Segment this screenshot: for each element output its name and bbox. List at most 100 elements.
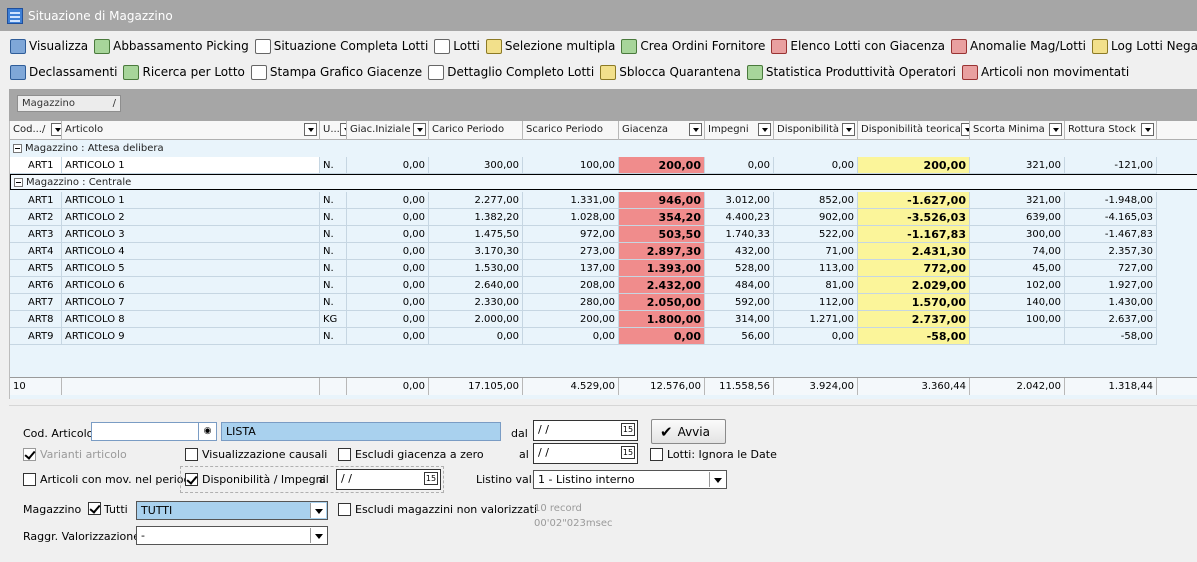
collapse-icon[interactable] [13,143,22,153]
toolbar-button-unlock[interactable]: Sblocca Quarantena [600,64,741,80]
column-header[interactable]: U... [320,121,347,140]
toolbar-button-stock-lots[interactable]: Elenco Lotti con Giacenza [771,38,945,54]
column-header[interactable]: Giac.Iniziale [347,121,429,140]
column-header[interactable]: Rottura Stock [1065,121,1157,140]
group-row[interactable]: Magazzino : Attesa delibera [10,140,1197,156]
toolbar-button-label: Lotti [453,39,480,53]
toolbar-button-order[interactable]: Crea Ordini Fornitore [621,38,765,54]
magazzino-dropdown-icon[interactable] [310,503,326,518]
escludi-magazzini-checkbox[interactable] [338,503,351,516]
column-header[interactable]: Scorta Minima [970,121,1065,140]
al-calendar-icon[interactable]: 15 [621,446,635,459]
toolbar-button-print-chart[interactable]: Stampa Grafico Giacenze [250,64,422,80]
group-chip-magazzino[interactable]: Magazzino / [17,95,121,112]
toolbar-button-search-lot[interactable]: Ricerca per Lotto [123,64,245,80]
total-cell: 0,00 [347,378,429,395]
table-row[interactable]: ART1 ARTICOLO 1 N. 0,00 300,00 100,00 200,00 0,… [10,157,1197,174]
avvia-button[interactable]: ✔ Avvia [651,419,726,444]
column-header[interactable]: Giacenza [619,121,705,140]
column-header[interactable]: Impegni [705,121,774,140]
articoli-mov-periodo-label: Articoli con mov. nel periodo [40,473,198,486]
filter-dropdown-icon[interactable] [960,123,969,136]
table-row[interactable]: ART8 ARTICOLO 8 KG 0,00 2.000,00 200,00 1.800,… [10,311,1197,328]
column-header[interactable]: Scarico Periodo [523,121,619,140]
filter-dropdown-icon[interactable] [304,123,317,136]
table-cell: 1.530,00 [429,260,523,277]
toolbar-button-multi-select[interactable]: Selezione multipla [485,38,615,54]
al-label: al [519,448,529,461]
al-date-input[interactable]: / / 15 [533,443,638,464]
group-row[interactable]: Magazzino : Centrale [10,174,1197,190]
disponibilita-impegni-checkbox[interactable] [185,473,198,486]
total-cell: 17.105,00 [429,378,523,395]
column-header[interactable]: Carico Periodo [429,121,523,140]
filter-dropdown-icon[interactable] [758,123,771,136]
lotti-ignora-date-label: Lotti: Ignora le Date [667,448,777,461]
dal-date-input[interactable]: / / 15 [533,420,638,441]
listino-dropdown-icon[interactable] [709,472,725,487]
table-row[interactable]: ART7 ARTICOLO 7 N. 0,00 2.330,00 280,00 2.050,… [10,294,1197,311]
toolbar-button-lots[interactable]: Lotti [434,38,480,54]
dal-date-value: / / [538,423,549,436]
dal-calendar-icon[interactable]: 15 [621,423,635,436]
column-header[interactable]: Articolo [62,121,320,140]
table-row[interactable]: ART3 ARTICOLO 3 N. 0,00 1.475,50 972,00 503,50… [10,226,1197,243]
article-search-icon[interactable]: ◉ [199,422,217,441]
table-row[interactable]: ART5 ARTICOLO 5 N. 0,00 1.530,00 137,00 1.393,… [10,260,1197,277]
filter-dropdown-icon[interactable] [51,123,61,136]
toolbar-button-articles[interactable]: Articoli non movimentati [961,64,1129,80]
listino-select[interactable]: 1 - Listino interno [533,470,727,489]
articoli-mov-periodo-checkbox[interactable] [23,473,36,486]
cod-articolo-input[interactable] [91,422,199,441]
column-header[interactable]: Cod... / [10,121,62,140]
table-cell: 1.475,50 [429,226,523,243]
column-header[interactable]: Disponibilità [774,121,858,140]
toolbar-button-anomaly[interactable]: Anomalie Mag/Lotti [951,38,1086,54]
total-cell: 10 [10,378,62,395]
filter-dropdown-icon[interactable] [413,123,426,136]
column-header[interactable]: Disponibilità teorica [858,121,970,140]
filter-dropdown-icon[interactable] [1141,123,1154,136]
toolbar-button-detail[interactable]: Dettaglio Completo Lotti [428,64,594,80]
toolbar-button-pick[interactable]: Abbassamento Picking [94,38,249,54]
disp-al-date-input[interactable]: / / 15 [336,469,441,490]
table-cell: 1.393,00 [619,260,705,277]
table-cell: 1.800,00 [619,311,705,328]
visualizzazione-causali-checkbox[interactable] [185,448,198,461]
magazzino-select[interactable]: TUTTI [136,501,328,520]
table-cell: ARTICOLO 3 [62,226,320,243]
lista-field[interactable]: LISTA [221,422,501,441]
collapse-icon[interactable] [14,177,23,187]
table-cell: KG [320,311,347,328]
toolbar-button-grid[interactable]: Visualizza [10,38,88,54]
lotti-ignora-date-checkbox[interactable] [650,448,663,461]
table-row[interactable]: ART6 ARTICOLO 6 N. 0,00 2.640,00 208,00 2.432,… [10,277,1197,294]
toolbar-button-stats[interactable]: Statistica Produttività Operatori [746,64,956,80]
filter-dropdown-icon[interactable] [339,123,346,136]
filter-dropdown-icon[interactable] [1049,123,1062,136]
table-row[interactable]: ART4 ARTICOLO 4 N. 0,00 3.170,30 273,00 2.897,… [10,243,1197,260]
escludi-giacenza-zero-checkbox[interactable] [338,448,351,461]
column-header-label: Disponibilità teorica [861,124,961,135]
table-cell: 902,00 [774,209,858,226]
window-title: Situazione di Magazzino [28,8,173,23]
table-row[interactable]: ART9 ARTICOLO 9 N. 0,00 0,00 0,00 0,00 56,00 0,0… [10,328,1197,345]
raggr-dropdown-icon[interactable] [310,528,326,543]
table-cell: 280,00 [523,294,619,311]
table-cell: 3.170,30 [429,243,523,260]
raggr-valorizzazione-select[interactable]: - [136,526,328,545]
disp-al-calendar-icon[interactable]: 15 [424,472,438,485]
magazzino-tutti-checkbox[interactable] [88,502,101,515]
table-row[interactable]: ART1 ARTICOLO 1 N. 0,00 2.277,00 1.331,00 946,… [10,192,1197,209]
varianti-articolo-checkbox[interactable] [23,448,36,461]
filter-dropdown-icon[interactable] [842,123,855,136]
table-cell: 0,00 [347,243,429,260]
toolbar-button-table[interactable]: Situazione Completa Lotti [254,38,428,54]
table-cell: ART2 [10,209,62,226]
table-row[interactable]: ART2 ARTICOLO 2 N. 0,00 1.382,20 1.028,00 354,… [10,209,1197,226]
toolbar-button-downgrade[interactable]: Declassamenti [10,64,117,80]
record-count: 10 record [534,503,582,514]
filter-dropdown-icon[interactable] [689,123,702,136]
detail-icon [428,64,445,80]
toolbar-button-log[interactable]: Log Lotti Negativi [1092,38,1197,54]
